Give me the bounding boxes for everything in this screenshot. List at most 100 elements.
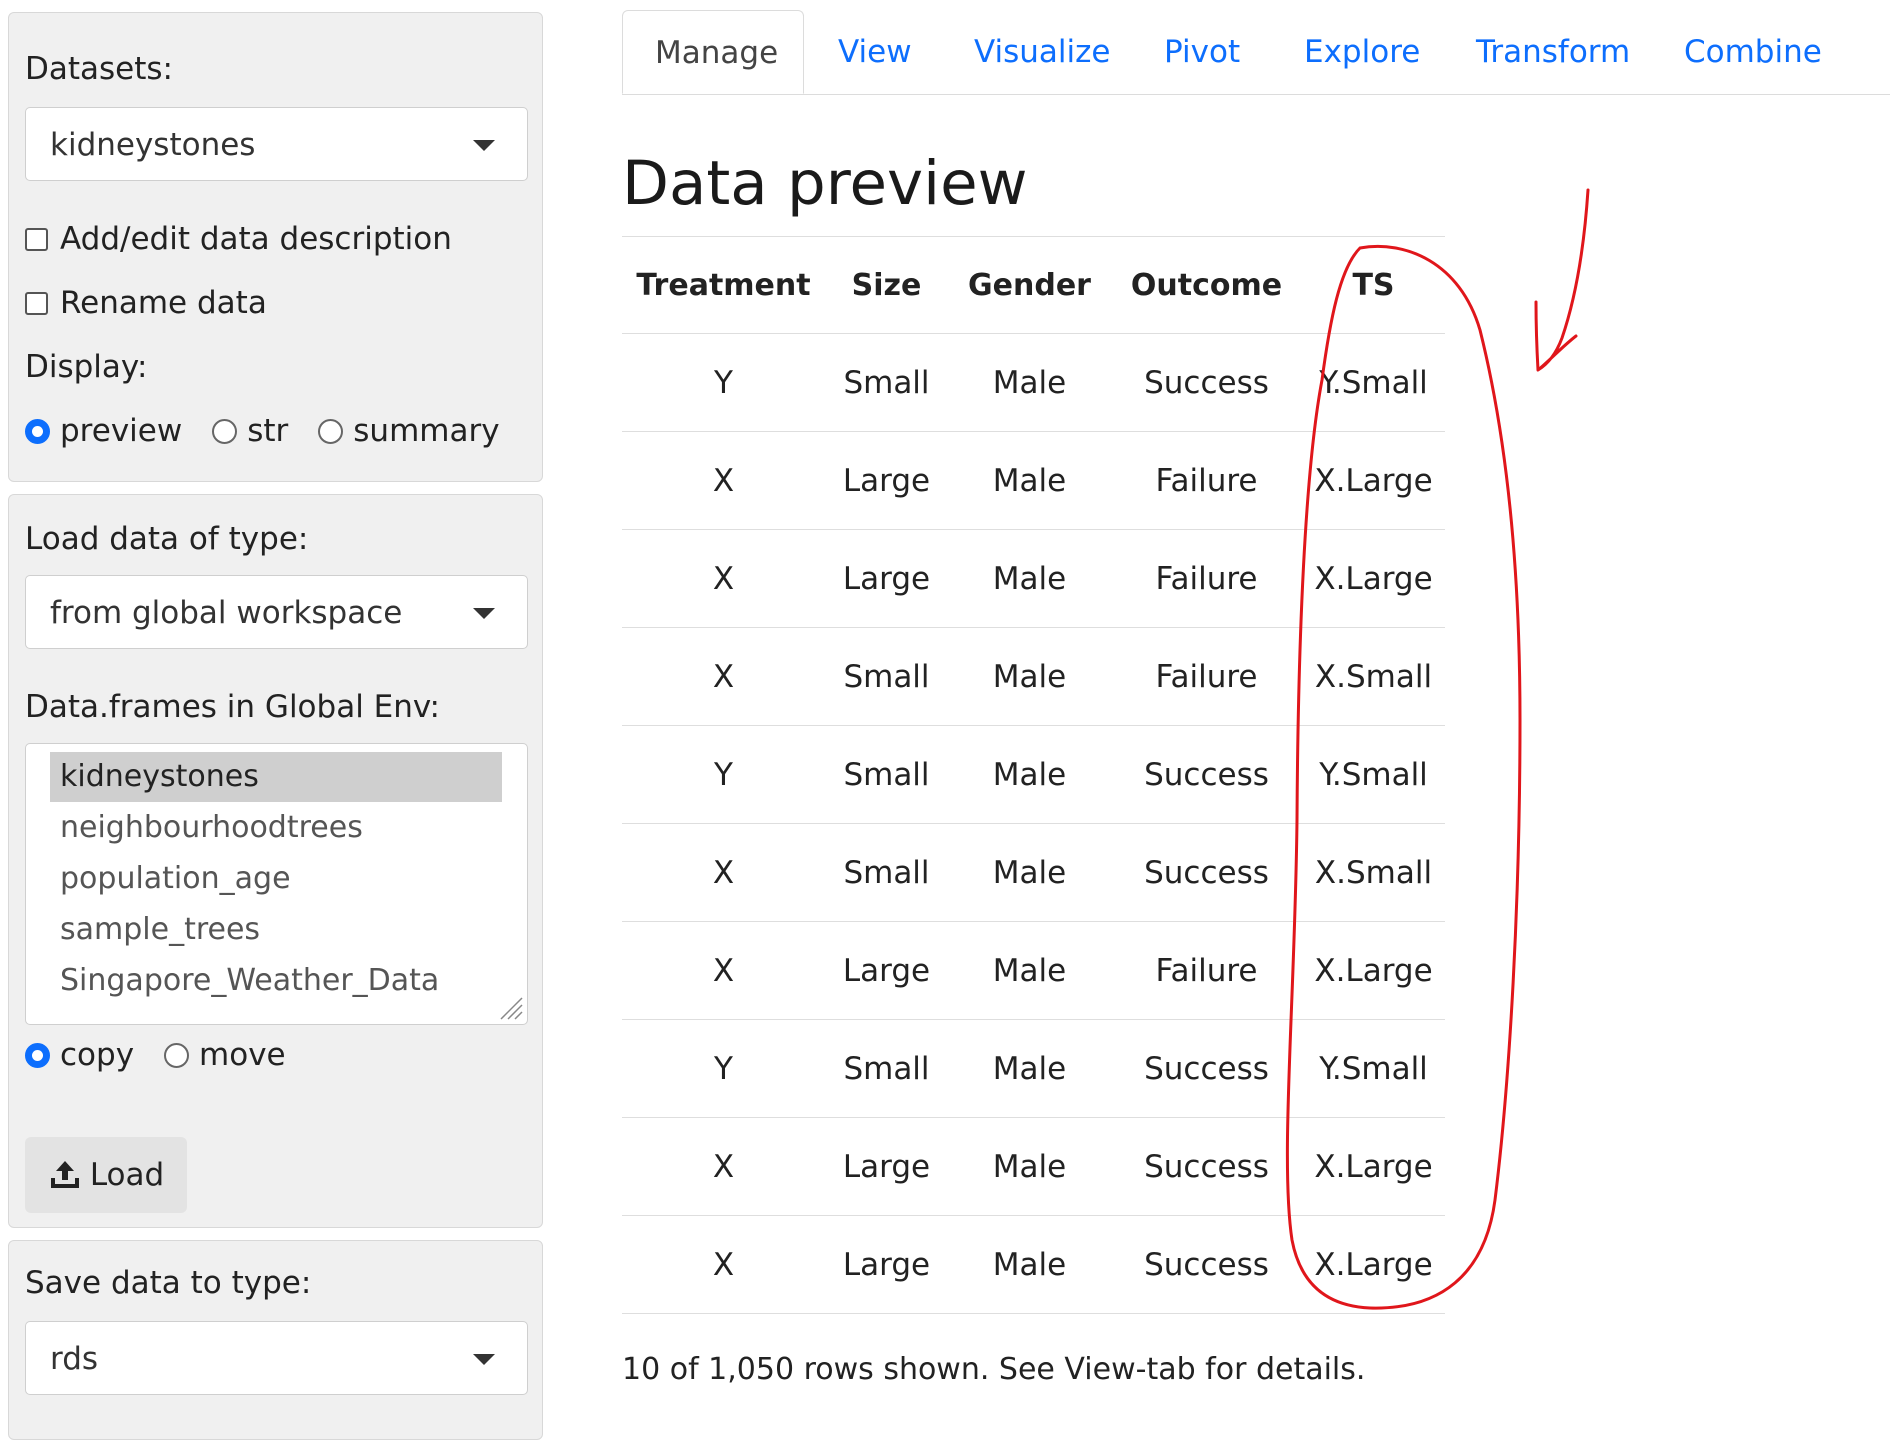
table-row: X Large Male Failure X.Large [622, 432, 1445, 530]
table-cell: Failure [1155, 561, 1258, 597]
tab-pivot[interactable]: Pivot [1164, 10, 1240, 94]
table-cell: Male [992, 1247, 1067, 1283]
table-cell: Y.Small [1319, 1051, 1428, 1087]
table-cell: Success [1144, 757, 1269, 793]
table-cell: Success [1144, 1247, 1269, 1283]
tab-combine[interactable]: Combine [1684, 10, 1822, 94]
table-cell: X.Large [1314, 463, 1433, 499]
tab-view[interactable]: View [838, 10, 912, 94]
checkbox-icon[interactable] [25, 291, 48, 315]
move-option[interactable]: move [164, 1037, 286, 1073]
list-item[interactable]: neighbourhoodtrees [50, 803, 502, 853]
display-option-label: summary [353, 413, 500, 449]
radio-selected-icon[interactable] [25, 1042, 50, 1068]
display-option-label: preview [60, 413, 183, 449]
list-item[interactable]: sample_trees [50, 905, 502, 955]
table-cell: X.Small [1314, 659, 1433, 695]
table-cell: Failure [1155, 659, 1258, 695]
column-header: Gender [968, 268, 1091, 303]
rename-data-checkbox[interactable]: Rename data [25, 283, 267, 323]
table-cell: Small [843, 659, 930, 695]
tab-explore[interactable]: Explore [1304, 10, 1420, 94]
datasets-panel: Datasets: kidneystones Add/edit data des… [8, 12, 543, 482]
column-header: TS [1352, 268, 1395, 303]
dataframes-listbox[interactable]: kidneystones neighbourhoodtrees populati… [25, 743, 528, 1025]
table-body: Y Small Male Success Y.Small X Large Male Failur… [622, 334, 1445, 1314]
tab-transform[interactable]: Transform [1476, 10, 1630, 94]
display-option-str[interactable]: str [212, 413, 288, 449]
list-item[interactable]: Singapore_Weather_Data [50, 956, 502, 1006]
table-cell: Male [992, 953, 1067, 989]
datasets-label: Datasets: [25, 51, 173, 87]
display-option-summary[interactable]: summary [318, 413, 500, 449]
table-cell: Male [992, 463, 1067, 499]
table-cell: Y [714, 1051, 733, 1087]
tab-visualize[interactable]: Visualize [974, 10, 1111, 94]
table-cell: X [712, 463, 735, 499]
load-type-select-value: from global workspace [50, 595, 403, 631]
table-cell: Male [992, 561, 1067, 597]
table-cell: X [712, 659, 735, 695]
table-cell: Large [842, 561, 931, 597]
table-cell: Small [843, 855, 930, 891]
save-type-label: Save data to type: [25, 1265, 312, 1301]
add-edit-description-checkbox[interactable]: Add/edit data description [25, 219, 452, 259]
dataframes-label: Data.frames in Global Env: [25, 689, 440, 725]
table-cell: Male [992, 855, 1067, 891]
load-data-panel: Load data of type: from global workspace… [8, 494, 543, 1228]
table-cell: Success [1144, 365, 1269, 401]
annotation-arrow [1534, 188, 1590, 372]
radio-icon[interactable] [164, 1042, 190, 1068]
checkbox-icon[interactable] [25, 227, 48, 251]
resize-grip-icon[interactable] [495, 992, 523, 1020]
table-cell: Male [992, 365, 1067, 401]
radio-selected-icon[interactable] [25, 418, 50, 444]
table-cell: Male [992, 659, 1067, 695]
table-cell: Success [1144, 855, 1269, 891]
copy-option-label: copy [60, 1037, 135, 1073]
copy-option[interactable]: copy [25, 1037, 134, 1073]
list-item[interactable]: population_age [50, 854, 502, 904]
table-cell: X.Large [1314, 953, 1433, 989]
table-cell: Y [714, 365, 733, 401]
table-row: Y Small Male Success Y.Small [622, 334, 1445, 432]
list-item[interactable]: kidneystones [50, 752, 502, 802]
radio-icon[interactable] [318, 418, 344, 444]
save-data-panel: Save data to type: rds [8, 1240, 543, 1440]
table-cell: Large [842, 953, 931, 989]
table-cell: Large [842, 463, 931, 499]
table-cell: X [712, 953, 735, 989]
table-cell: Y.Small [1319, 757, 1428, 793]
table-cell: X.Large [1314, 561, 1433, 597]
radio-icon[interactable] [212, 418, 238, 444]
table-cell: Small [843, 1051, 930, 1087]
table-cell: Success [1144, 1149, 1269, 1185]
table-cell: Y.Small [1319, 365, 1428, 401]
page-title: Data preview [622, 148, 1028, 219]
save-type-select-value: rds [50, 1341, 99, 1377]
load-button[interactable]: Load [25, 1137, 187, 1213]
table-cell: Success [1144, 1051, 1269, 1087]
table-cell: X [712, 855, 735, 891]
display-option-label: str [247, 413, 289, 449]
table-cell: Male [992, 1051, 1067, 1087]
table-row: Y Small Male Success Y.Small [622, 1020, 1445, 1118]
tab-manage[interactable]: Manage [622, 10, 804, 94]
chevron-down-icon [473, 1354, 495, 1365]
display-option-preview[interactable]: preview [25, 413, 182, 449]
column-header: Outcome [1130, 268, 1283, 303]
chevron-down-icon [473, 608, 495, 619]
load-type-select[interactable]: from global workspace [25, 575, 528, 649]
table-header-row: Treatment Size Gender Outcome TS [622, 236, 1445, 334]
table-cell: Y [714, 757, 733, 793]
save-type-select[interactable]: rds [25, 1321, 528, 1395]
upload-icon [50, 1161, 79, 1188]
table-cell: Male [992, 1149, 1067, 1185]
table-cell: X [712, 1149, 735, 1185]
datasets-select[interactable]: kidneystones [25, 107, 528, 181]
table-cell: X.Large [1314, 1247, 1433, 1283]
move-option-label: move [199, 1037, 286, 1073]
data-preview-table: Treatment Size Gender Outcome TS Y Small M… [622, 236, 1445, 1314]
table-row: X Large Male Success X.Large [622, 1118, 1445, 1216]
table-row: X Small Male Success X.Small [622, 824, 1445, 922]
